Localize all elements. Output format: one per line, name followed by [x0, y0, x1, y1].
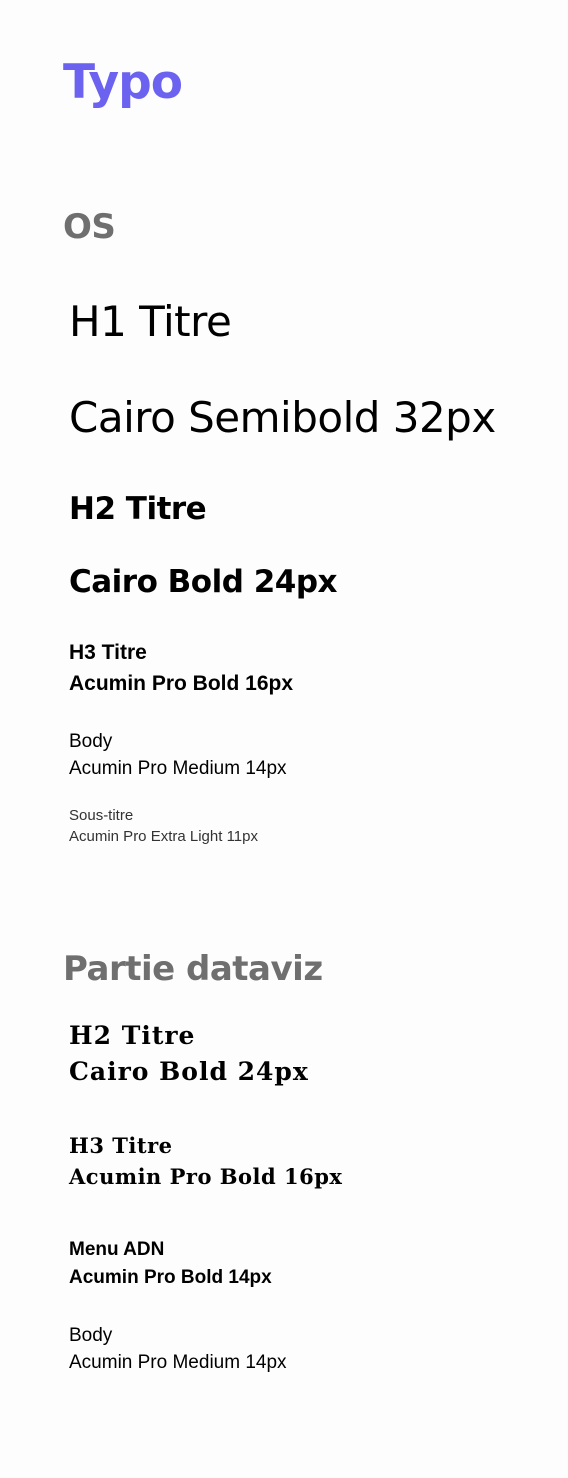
os-h1-sample-font: Cairo Semibold 32px — [69, 393, 496, 442]
dataviz-h3-sample-font: Acumin Pro Bold 16px — [69, 1164, 343, 1189]
os-body-sample-font: Acumin Pro Medium 14px — [69, 758, 287, 779]
dataviz-h3-sample-label: H3 Titre — [69, 1133, 173, 1158]
os-subtitle-sample: Sous-titre Acumin Pro Extra Light 11px — [69, 805, 258, 847]
dataviz-menu-sample-label: Menu ADN — [69, 1239, 165, 1260]
dataviz-body-sample-font: Acumin Pro Medium 14px — [69, 1352, 287, 1373]
dataviz-menu-sample-font: Acumin Pro Bold 14px — [69, 1267, 272, 1288]
dataviz-h2-sample-font: Cairo Bold 24px — [69, 1057, 309, 1086]
dataviz-body-sample-label: Body — [69, 1325, 113, 1346]
page-title: Typo — [63, 55, 183, 110]
os-h1-sample-label: H1 Titre — [69, 297, 232, 346]
dataviz-menu-sample: Menu ADN Acumin Pro Bold 14px — [69, 1236, 272, 1292]
os-h2-sample-font: Cairo Bold 24px — [69, 564, 338, 600]
os-h3-sample-label: H3 Titre — [69, 641, 147, 664]
os-subtitle-sample-font: Acumin Pro Extra Light 11px — [69, 828, 258, 845]
os-body-sample-label: Body — [69, 731, 113, 752]
os-h3-sample: H3 Titre Acumin Pro Bold 16px — [69, 637, 293, 699]
dataviz-h2-sample-label: H2 Titre — [69, 1021, 196, 1050]
os-h2-sample-label: H2 Titre — [69, 491, 207, 527]
dataviz-h2-sample: H2 Titre Cairo Bold 24px — [69, 1018, 309, 1090]
os-h3-sample-font: Acumin Pro Bold 16px — [69, 672, 294, 695]
os-body-sample: Body Acumin Pro Medium 14px — [69, 728, 287, 782]
section-heading-os: OS — [63, 207, 116, 247]
os-subtitle-sample-label: Sous-titre — [69, 807, 134, 824]
dataviz-h3-sample: H3 Titre Acumin Pro Bold 16px — [69, 1130, 342, 1192]
dataviz-body-sample: Body Acumin Pro Medium 14px — [69, 1322, 287, 1376]
section-heading-dataviz: Partie dataviz — [63, 949, 323, 989]
